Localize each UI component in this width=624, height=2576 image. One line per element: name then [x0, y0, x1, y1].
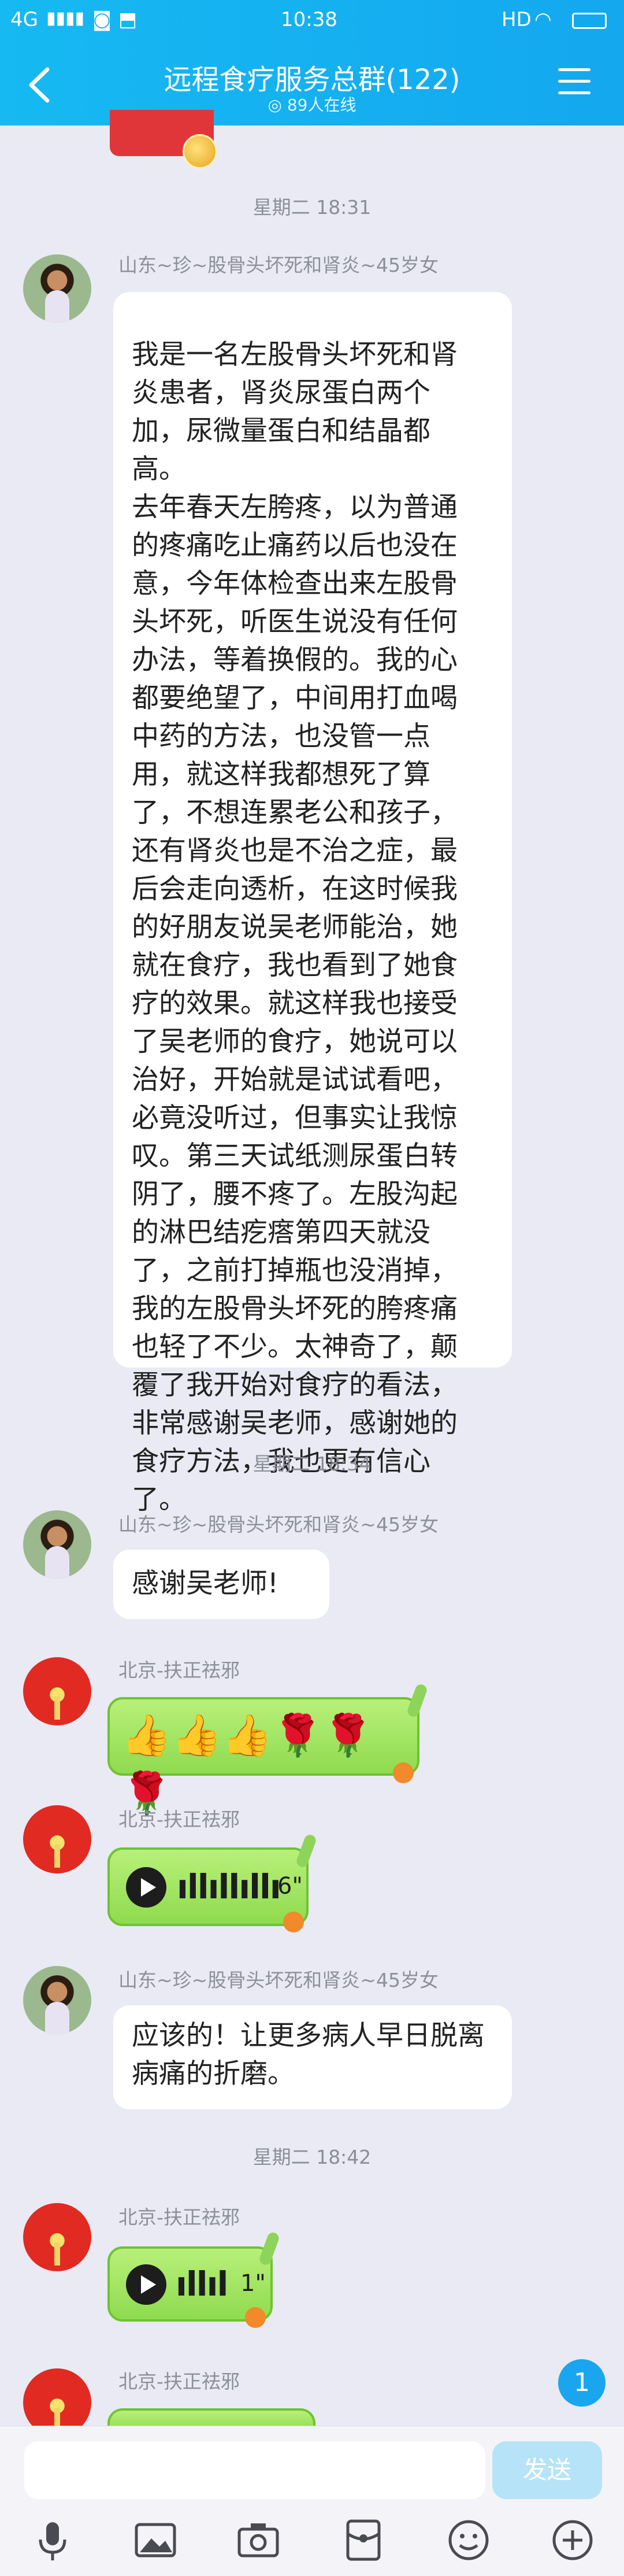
message-bubble[interactable]: 感谢吴老师! — [113, 1550, 329, 1619]
avatar[interactable] — [23, 1966, 91, 2034]
message-bubble[interactable]: 我是一名左股骨头坏死和肾炎患者，肾炎尿蛋白两个加，尿微量蛋白和结晶都高。 去年春… — [113, 292, 512, 1516]
play-icon[interactable] — [126, 2264, 166, 2305]
audio-wave-icon: ıllıl — [176, 2264, 228, 2304]
message-bubble[interactable]: 应该的！让更多病人早日脱离病痛的折磨。 — [113, 2005, 512, 2109]
sender-name: 山东~珍~股骨头坏死和肾炎~45岁女 — [118, 1969, 439, 1991]
sender-name: 北京-扶正祛邪 — [118, 1659, 240, 1681]
sender-name: 北京-扶正祛邪 — [118, 2370, 240, 2393]
image-icon[interactable] — [132, 2516, 179, 2564]
message-text: 我是一名左股骨头坏死和肾炎患者，肾炎尿蛋白两个加，尿微量蛋白和结晶都高。 去年春… — [132, 339, 458, 1516]
hd-label: HD — [502, 8, 532, 31]
coin-icon — [183, 134, 217, 169]
app-icon: ⬒ — [118, 8, 138, 31]
notification-icon: ◙ — [92, 8, 112, 31]
emoji-icon[interactable] — [445, 2516, 492, 2564]
emoji-text: 👍👍👍🌹🌹🌹 — [121, 1712, 373, 1817]
audio-wave-icon: ıllıllıllı — [177, 1867, 281, 1906]
network-label: 4G — [10, 8, 38, 31]
plus-icon[interactable] — [549, 2516, 596, 2564]
menu-icon[interactable] — [558, 68, 590, 97]
sender-name: 山东~珍~股骨头坏死和肾炎~45岁女 — [118, 254, 439, 276]
online-count: ◎ 89人在线 — [268, 95, 356, 114]
message-text: 应该的！让更多病人早日脱离病痛的折磨。 — [132, 2020, 485, 2090]
avatar[interactable] — [23, 1657, 91, 1725]
voice-message-bubble[interactable]: ıllıllıllı 6" — [107, 1847, 309, 1926]
unread-badge[interactable]: 1 — [558, 2359, 606, 2407]
status-bar: 4G ▮▮▮▮ ◙ ⬒ 10:38 HD ◠ — [0, 0, 624, 46]
avatar[interactable] — [23, 2203, 91, 2271]
play-icon[interactable] — [126, 1867, 166, 1908]
battery-icon — [572, 13, 607, 29]
online-count-text: 89人在线 — [287, 95, 356, 114]
timestamp: 星期二 18:31 — [252, 196, 372, 219]
avatar[interactable] — [23, 1805, 91, 1873]
status-time: 10:38 — [281, 8, 337, 31]
wifi-icon: ◠ — [534, 8, 552, 31]
page-title: 远程食疗服务总群(122) — [164, 64, 460, 96]
sender-name: 山东~珍~股骨头坏死和肾炎~45岁女 — [118, 1513, 439, 1536]
send-button[interactable]: 发送 — [492, 2441, 602, 2499]
carrot-icon — [283, 1912, 304, 1932]
signal-icon: ▮▮▮▮ — [46, 8, 85, 28]
sender-name: 北京-扶正祛邪 — [118, 1808, 240, 1831]
message-input[interactable] — [24, 2441, 485, 2499]
voice-duration: 1" — [240, 2270, 266, 2297]
red-packet-icon[interactable] — [340, 2516, 387, 2564]
avatar[interactable] — [23, 1510, 91, 1579]
timestamp: 星期二 18:42 — [252, 2146, 372, 2168]
avatar[interactable] — [23, 254, 91, 323]
microphone-icon[interactable] — [29, 2516, 76, 2564]
carrot-icon — [245, 2307, 266, 2328]
sender-name: 北京-扶正祛邪 — [118, 2206, 240, 2228]
voice-duration: 6" — [277, 1873, 303, 1899]
timestamp: 星期二 18:34 — [252, 1453, 372, 1475]
emoji-message-bubble[interactable]: 👍👍👍🌹🌹🌹 — [107, 1697, 419, 1817]
carrot-icon — [393, 1762, 414, 1783]
message-text: 感谢吴老师! — [132, 1568, 278, 1599]
camera-icon[interactable] — [235, 2516, 282, 2564]
